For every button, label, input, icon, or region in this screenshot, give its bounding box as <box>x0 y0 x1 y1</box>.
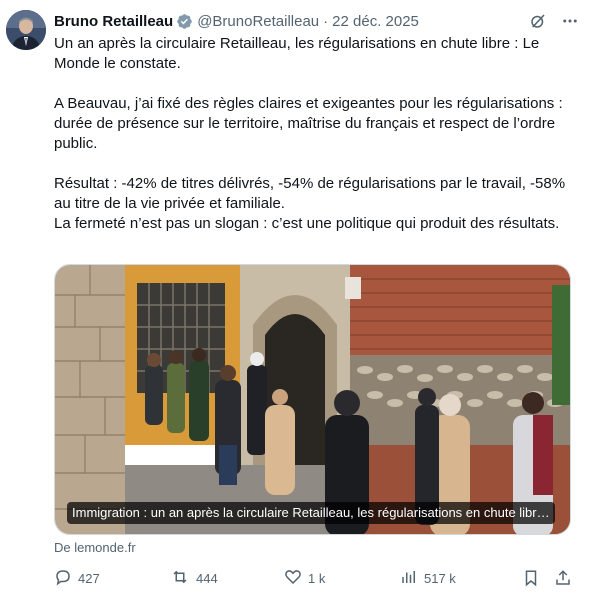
grok-icon[interactable] <box>529 12 547 30</box>
tweet-header: Bruno Retailleau @BrunoRetailleau · 22 d… <box>54 10 579 32</box>
tweet-paragraph: A Beauvau, j’ai fixé des règles claires … <box>54 95 563 152</box>
link-card-image[interactable]: Immigration : un an après la circulaire … <box>54 264 571 535</box>
author-name[interactable]: Bruno Retailleau <box>54 13 173 30</box>
views-button[interactable]: 517 k <box>400 568 510 589</box>
repost-count: 444 <box>196 570 218 586</box>
views-count: 517 k <box>424 570 456 586</box>
views-icon <box>400 568 418 589</box>
street-photo <box>55 265 570 534</box>
header-actions <box>529 12 579 30</box>
author-handle[interactable]: @BrunoRetailleau <box>197 13 319 30</box>
more-icon[interactable] <box>561 12 579 30</box>
share-icon[interactable] <box>554 569 572 587</box>
end-actions <box>522 569 572 587</box>
link-card-title[interactable]: Immigration : un an après la circulaire … <box>67 502 555 524</box>
tweet-text: Un an après la circulaire Retailleau, le… <box>54 34 579 234</box>
link-source[interactable]: De lemonde.fr <box>54 540 136 555</box>
reply-count: 427 <box>78 570 100 586</box>
avatar[interactable] <box>6 10 46 50</box>
like-button[interactable]: 1 k <box>284 568 400 589</box>
like-icon <box>284 568 302 589</box>
separator-dot: · <box>323 12 329 30</box>
like-count: 1 k <box>308 570 326 586</box>
tweet-date[interactable]: 22 déc. 2025 <box>332 13 419 30</box>
repost-icon <box>170 568 190 589</box>
reply-button[interactable]: 427 <box>54 568 122 589</box>
bookmark-icon[interactable] <box>522 569 540 587</box>
repost-button[interactable]: 444 <box>170 568 284 589</box>
reply-icon <box>54 568 72 589</box>
tweet-paragraph: La fermeté n’est pas un slogan : c’est u… <box>54 215 560 232</box>
verified-badge-icon <box>176 13 193 30</box>
action-bar: 427 444 1 k 517 k <box>54 566 572 590</box>
tweet-paragraph: Résultat : -42% de titres délivrés, -54%… <box>54 175 566 212</box>
tweet-paragraph: Un an après la circulaire Retailleau, le… <box>54 35 540 72</box>
